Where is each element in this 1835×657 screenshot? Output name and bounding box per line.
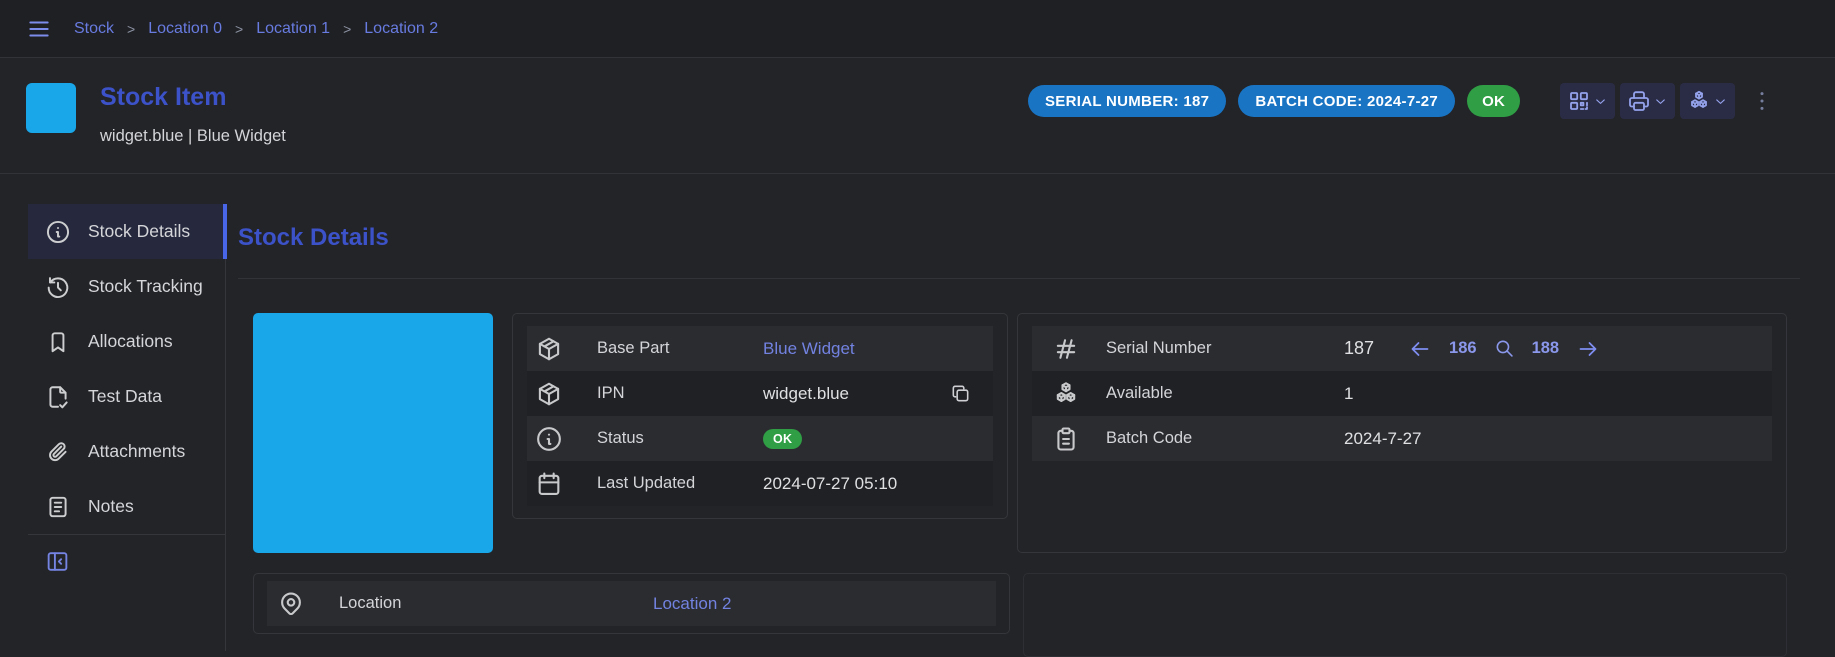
arrow-left-icon[interactable]	[1408, 337, 1432, 361]
search-icon[interactable]	[1494, 338, 1515, 359]
last-updated-row: Last Updated 2024-07-27 05:10	[527, 461, 993, 506]
row-label: Serial Number	[1106, 339, 1211, 358]
top-navigation-bar: Stock > Location 0 > Location 1 > Locati…	[0, 0, 1835, 58]
batch-code-value: 2024-7-27	[1344, 429, 1422, 449]
chevron-down-icon	[1713, 94, 1728, 109]
sidebar-collapse-icon	[45, 549, 70, 574]
test-report-icon	[45, 384, 71, 410]
base-part-link[interactable]: Blue Widget	[763, 339, 855, 359]
stock-item-thumbnail[interactable]	[26, 83, 76, 133]
qrcode-icon	[1567, 89, 1591, 113]
breadcrumb-separator: >	[235, 21, 243, 37]
row-label: Last Updated	[597, 474, 695, 493]
copy-button[interactable]	[950, 383, 971, 404]
part-details-card: Base Part Blue Widget IPN widget.blue St…	[512, 313, 1008, 519]
info-circle-icon	[535, 425, 563, 453]
row-label: Status	[597, 429, 644, 448]
location-link[interactable]: Location 2	[653, 594, 731, 614]
status-badge: OK	[1467, 85, 1520, 117]
available-value: 1	[1344, 384, 1353, 404]
header-actions: SERIAL NUMBER: 187 BATCH CODE: 2024-7-27…	[1028, 83, 1775, 119]
action-button-group	[1560, 83, 1735, 119]
sidebar-item-allocations[interactable]: Allocations	[28, 314, 225, 369]
sidebar-item-label: Allocations	[88, 331, 173, 352]
row-label: Available	[1106, 384, 1173, 403]
map-pin-icon	[277, 590, 305, 618]
page-header: Stock Item widget.blue | Blue Widget SER…	[0, 59, 1835, 174]
printer-icon	[1627, 89, 1651, 113]
breadcrumb: Stock > Location 0 > Location 1 > Locati…	[74, 20, 438, 38]
sidebar-item-label: Attachments	[88, 441, 185, 462]
sidebar-item-test-data[interactable]: Test Data	[28, 369, 225, 424]
copy-icon	[950, 383, 971, 404]
chevron-down-icon	[1593, 94, 1608, 109]
stock-item-image[interactable]	[253, 313, 493, 553]
breadcrumb-link-location-0[interactable]: Location 0	[148, 20, 222, 38]
ipn-row: IPN widget.blue	[527, 371, 993, 416]
available-row: Available 1	[1032, 371, 1772, 416]
location-row: Location Location 2	[267, 581, 996, 626]
dots-vertical-icon	[1749, 88, 1775, 114]
stock-actions-button[interactable]	[1680, 83, 1735, 119]
section-heading: Stock Details	[238, 224, 389, 252]
stack-icon	[1052, 380, 1080, 408]
sidebar-collapse-button[interactable]	[45, 549, 70, 574]
row-label: IPN	[597, 384, 625, 403]
bookmark-icon	[45, 329, 71, 355]
arrow-right-icon[interactable]	[1576, 337, 1600, 361]
serial-number-row: Serial Number 187 186 188	[1032, 326, 1772, 371]
sidebar-item-stock-details[interactable]: Stock Details	[28, 204, 225, 259]
breadcrumb-link-location-1[interactable]: Location 1	[256, 20, 330, 38]
status-ok-badge: OK	[763, 429, 802, 449]
serial-navigation: 186 188	[1408, 337, 1600, 361]
sidebar-divider	[28, 534, 225, 535]
package-icon	[535, 380, 563, 408]
sidebar-item-notes[interactable]: Notes	[28, 479, 225, 534]
menu-icon[interactable]	[26, 16, 52, 42]
print-actions-button[interactable]	[1620, 83, 1675, 119]
sidebar-item-label: Stock Tracking	[88, 276, 203, 297]
last-updated-value: 2024-07-27 05:10	[763, 474, 897, 494]
breadcrumb-link-location-2[interactable]: Location 2	[364, 20, 438, 38]
breadcrumb-link-stock[interactable]: Stock	[74, 20, 114, 38]
stock-details-card: Serial Number 187 186 188 Available 1 Ba…	[1017, 313, 1787, 553]
sidebar: Stock Details Stock Tracking Allocations…	[28, 204, 226, 651]
calendar-icon	[535, 470, 563, 498]
batch-code-badge: BATCH CODE: 2024-7-27	[1238, 85, 1455, 117]
serial-number-badge: SERIAL NUMBER: 187	[1028, 85, 1226, 117]
page-subtitle: widget.blue | Blue Widget	[100, 127, 286, 146]
page-title: Stock Item	[100, 83, 226, 112]
info-circle-icon	[45, 219, 71, 245]
sidebar-item-stock-tracking[interactable]: Stock Tracking	[28, 259, 225, 314]
sidebar-item-label: Test Data	[88, 386, 162, 407]
package-icon	[535, 335, 563, 363]
notes-icon	[45, 494, 71, 520]
row-label: Location	[339, 594, 401, 613]
batch-code-row: Batch Code 2024-7-27	[1032, 416, 1772, 461]
clipboard-icon	[1052, 425, 1080, 453]
chevron-down-icon	[1653, 94, 1668, 109]
row-label: Base Part	[597, 339, 669, 358]
next-serial-link[interactable]: 188	[1532, 339, 1560, 358]
status-row: Status OK	[527, 416, 993, 461]
previous-serial-link[interactable]: 186	[1449, 339, 1477, 358]
barcode-actions-button[interactable]	[1560, 83, 1615, 119]
section-divider	[238, 278, 1800, 279]
history-icon	[45, 274, 71, 300]
empty-panel	[1023, 573, 1787, 657]
breadcrumb-separator: >	[343, 21, 351, 37]
ipn-value: widget.blue	[763, 384, 849, 404]
row-label: Batch Code	[1106, 429, 1192, 448]
breadcrumb-separator: >	[127, 21, 135, 37]
paperclip-icon	[45, 439, 71, 465]
stack-icon	[1687, 89, 1711, 113]
sidebar-item-label: Stock Details	[88, 221, 190, 242]
serial-number-value: 187	[1344, 338, 1374, 359]
sidebar-item-label: Notes	[88, 496, 134, 517]
base-part-row: Base Part Blue Widget	[527, 326, 993, 371]
hash-icon	[1052, 335, 1080, 363]
location-card: Location Location 2	[253, 573, 1010, 634]
sidebar-item-attachments[interactable]: Attachments	[28, 424, 225, 479]
more-options-button[interactable]	[1749, 88, 1775, 114]
